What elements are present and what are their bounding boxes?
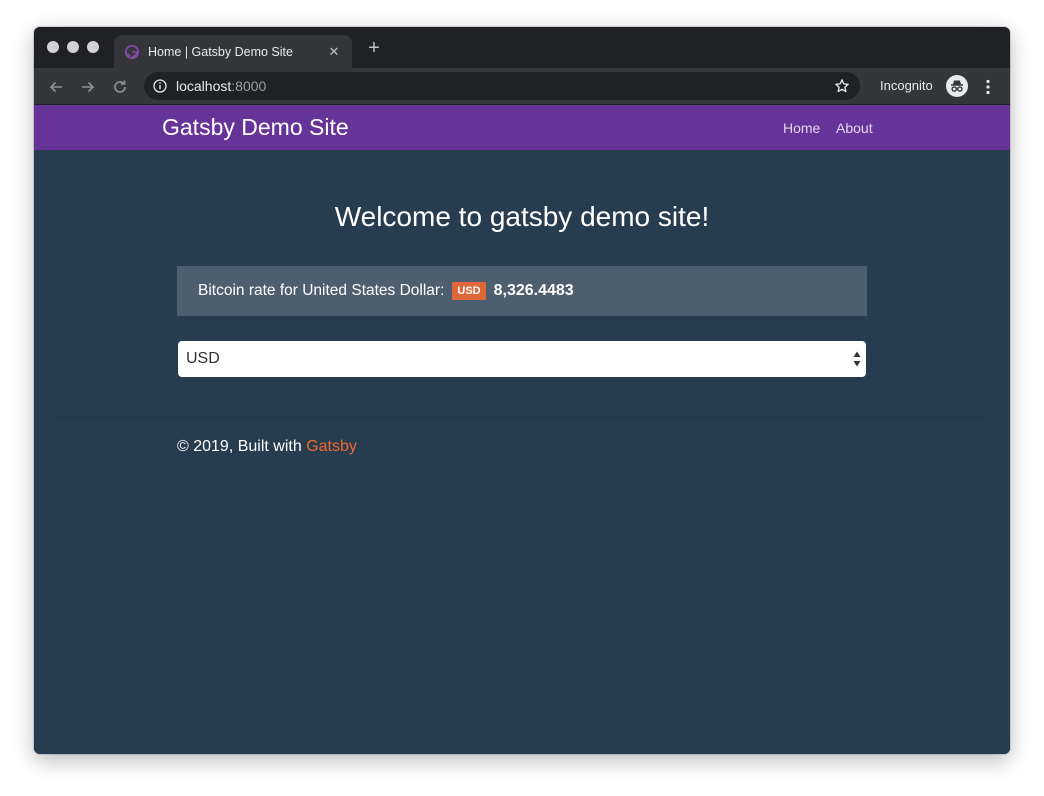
new-tab-button[interactable]: + <box>364 38 384 58</box>
browser-tab[interactable]: Home | Gatsby Demo Site ✕ <box>114 35 352 68</box>
tab-title: Home | Gatsby Demo Site <box>148 44 293 59</box>
select-arrows-icon <box>852 349 862 369</box>
browser-toolbar: localhost:8000 Incognito <box>34 68 1010 105</box>
info-icon[interactable] <box>152 78 168 94</box>
incognito-label: Incognito <box>880 78 933 93</box>
rate-value: 8,326.4483 <box>493 282 574 299</box>
bookmark-star-icon[interactable] <box>832 76 852 96</box>
footer-divider <box>58 417 986 418</box>
url-port: :8000 <box>231 78 267 94</box>
footer-text: © 2019, Built with <box>177 438 307 455</box>
address-bar[interactable]: localhost:8000 <box>144 72 860 100</box>
currency-badge: USD <box>452 282 486 300</box>
more-menu-icon[interactable] <box>980 76 996 98</box>
site-header: Gatsby Demo Site Home About <box>34 105 1010 150</box>
bitcoin-rate-panel: Bitcoin rate for United States Dollar: U… <box>177 266 867 316</box>
currency-select-value: USD <box>186 350 220 367</box>
gatsby-favicon-icon <box>124 44 140 60</box>
url-host: localhost <box>176 78 232 94</box>
tab-close-icon[interactable]: ✕ <box>326 44 342 60</box>
page-heading: Welcome to gatsby demo site! <box>334 201 710 232</box>
window-minimize-button[interactable] <box>67 41 79 53</box>
page-content: Gatsby Demo Site Home About Welcome to g… <box>34 105 1010 754</box>
back-arrow-icon[interactable] <box>45 76 67 98</box>
rate-label: Bitcoin rate for United States Dollar: <box>198 282 445 299</box>
reload-icon[interactable] <box>109 76 131 98</box>
gatsby-footer-link[interactable]: Gatsby <box>306 438 357 455</box>
site-title-link[interactable]: Gatsby Demo Site <box>162 114 349 141</box>
window-maximize-button[interactable] <box>87 41 99 53</box>
window-close-button[interactable] <box>47 41 59 53</box>
footer: © 2019, Built with Gatsby <box>177 438 357 456</box>
nav-home-link[interactable]: Home <box>783 120 820 136</box>
currency-select[interactable]: USD <box>178 341 866 377</box>
incognito-icon[interactable] <box>946 75 968 97</box>
tab-strip: Home | Gatsby Demo Site ✕ + <box>34 27 1010 68</box>
browser-window: Home | Gatsby Demo Site ✕ + localhost:80… <box>34 27 1010 754</box>
forward-arrow-icon[interactable] <box>77 76 99 98</box>
nav-about-link[interactable]: About <box>836 120 873 136</box>
